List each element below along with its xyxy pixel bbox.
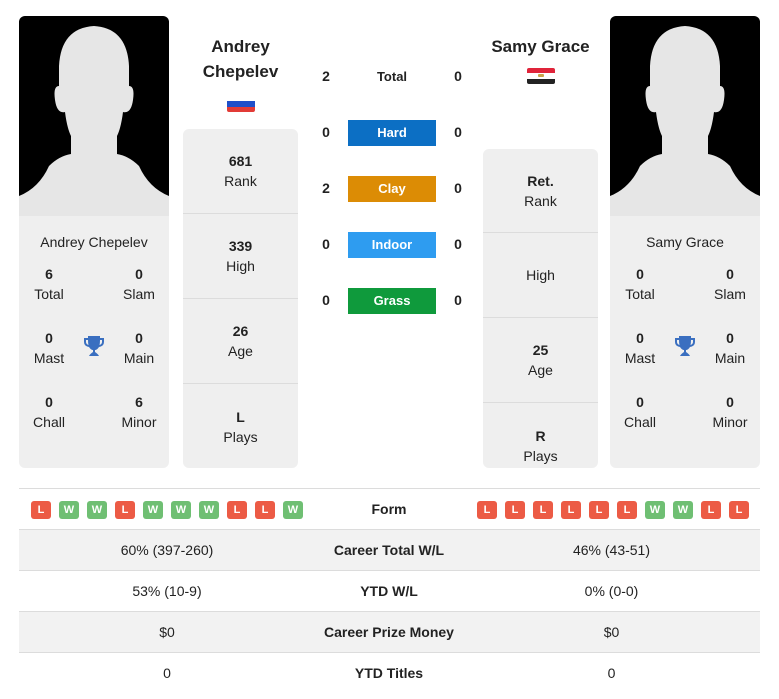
titles-minor: 6 Minor	[121, 394, 157, 430]
player-left-titles: 6 Total 0 Slam 0 Mast 0 Main 0 Chall 6 M…	[19, 264, 169, 464]
titles-total: 6 Total	[34, 266, 64, 302]
form-win-badge[interactable]: W	[171, 501, 191, 519]
silhouette-icon	[610, 26, 760, 216]
trophy-icon	[84, 336, 104, 356]
h2h-row-grass: 0 Grass 0	[310, 288, 470, 314]
player-left-stats: 681 Rank 339 High 26 Age L Plays	[183, 129, 298, 468]
titles-total: 0 Total	[625, 266, 655, 302]
stat-rank: 681 Rank	[183, 129, 298, 214]
stat-high: High	[483, 233, 598, 318]
player-left-name[interactable]: Andrey Chepelev	[183, 34, 298, 84]
player-left-form: LWWLWWWLLW	[31, 501, 303, 519]
surface-hard-badge[interactable]: Hard	[348, 120, 436, 146]
titles-mast: 0 Mast	[33, 330, 65, 366]
table-row: 53% (10-9) YTD W/L 0% (0-0)	[19, 570, 760, 611]
titles-mast: 0 Mast	[624, 330, 656, 366]
trophy-icon	[675, 336, 695, 356]
form-loss-badge[interactable]: L	[617, 501, 637, 519]
russia-flag-icon	[227, 96, 255, 112]
form-loss-badge[interactable]: L	[227, 501, 247, 519]
form-loss-badge[interactable]: L	[729, 501, 749, 519]
player-right-titles: 0 Total 0 Slam 0 Mast 0 Main 0 Chall 0 M…	[610, 264, 760, 464]
surface-clay-badge[interactable]: Clay	[348, 176, 436, 202]
titles-slam: 0 Slam	[123, 266, 155, 302]
silhouette-icon	[19, 26, 169, 216]
table-row: $0 Career Prize Money $0	[19, 611, 760, 652]
form-label: Form	[371, 501, 407, 517]
titles-main: 0 Main	[123, 330, 155, 366]
egypt-flag-icon	[527, 68, 555, 84]
h2h-row-clay: 2 Clay 0	[310, 176, 470, 202]
form-win-badge[interactable]: W	[199, 501, 219, 519]
stat-rank: Ret. Rank	[483, 149, 598, 233]
form-loss-badge[interactable]: L	[589, 501, 609, 519]
table-row: 0 YTD Titles 0	[19, 652, 760, 693]
form-loss-badge[interactable]: L	[477, 501, 497, 519]
form-loss-badge[interactable]: L	[255, 501, 275, 519]
form-loss-badge[interactable]: L	[31, 501, 51, 519]
form-win-badge[interactable]: W	[143, 501, 163, 519]
form-loss-badge[interactable]: L	[115, 501, 135, 519]
form-loss-badge[interactable]: L	[505, 501, 525, 519]
player-right-card-name: Samy Grace	[646, 234, 724, 250]
table-row: 60% (397-260) Career Total W/L 46% (43-5…	[19, 529, 760, 570]
form-loss-badge[interactable]: L	[561, 501, 581, 519]
player-left-card-name: Andrey Chepelev	[40, 234, 148, 250]
comparison-table: LWWLWWWLLW Form LLLLLLWWLL 60% (397-260)…	[19, 488, 760, 693]
stat-plays: L Plays	[223, 408, 258, 445]
titles-main: 0 Main	[714, 330, 746, 366]
player-left-photo	[19, 16, 169, 216]
player-left-card: Andrey Chepelev 6 Total 0 Slam 0 Mast 0 …	[19, 16, 169, 468]
form-win-badge[interactable]: W	[283, 501, 303, 519]
form-row: LWWLWWWLLW Form LLLLLLWWLL	[19, 488, 760, 529]
player-right-card: Samy Grace 0 Total 0 Slam 0 Mast 0 Main …	[610, 16, 760, 468]
titles-chall: 0 Chall	[624, 394, 656, 430]
h2h-row-hard: 0 Hard 0	[310, 120, 470, 146]
h2h-row-total: 2 Total 0	[322, 68, 462, 84]
stat-high: 339 High	[183, 214, 298, 299]
player-right-name[interactable]: Samy Grace	[483, 34, 598, 59]
stat-age: 25 Age	[483, 318, 598, 403]
player-right-form: LLLLLLWWLL	[477, 501, 749, 519]
surface-indoor-badge[interactable]: Indoor	[348, 232, 436, 258]
form-win-badge[interactable]: W	[87, 501, 107, 519]
player-right-photo	[610, 16, 760, 216]
surface-grass-badge[interactable]: Grass	[348, 288, 436, 314]
titles-chall: 0 Chall	[33, 394, 65, 430]
form-loss-badge[interactable]: L	[701, 501, 721, 519]
form-win-badge[interactable]: W	[59, 501, 79, 519]
stat-plays: R Plays	[523, 427, 558, 464]
player-right-stats: Ret. Rank High 25 Age R Plays	[483, 149, 598, 468]
titles-minor: 0 Minor	[712, 394, 748, 430]
stat-age: 26 Age	[183, 299, 298, 384]
form-win-badge[interactable]: W	[673, 501, 693, 519]
form-loss-badge[interactable]: L	[533, 501, 553, 519]
h2h-row-indoor: 0 Indoor 0	[310, 232, 470, 258]
form-win-badge[interactable]: W	[645, 501, 665, 519]
titles-slam: 0 Slam	[714, 266, 746, 302]
